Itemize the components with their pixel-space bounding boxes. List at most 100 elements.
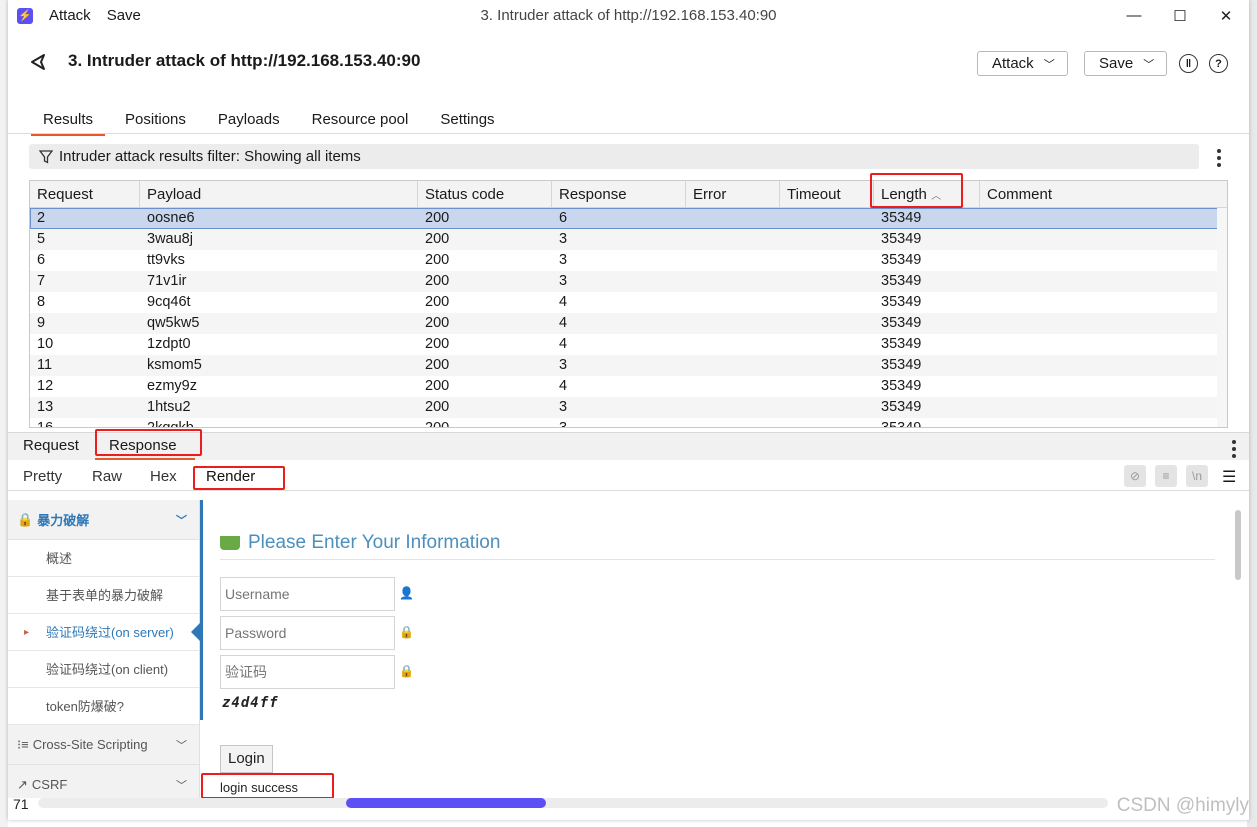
sidebar-item[interactable]: token防爆破?	[8, 688, 199, 725]
table-cell	[980, 313, 987, 334]
tab-resource-pool[interactable]: Resource pool	[300, 108, 421, 136]
captcha-input[interactable]	[220, 655, 395, 689]
attack-dropdown-button[interactable]: Attack ﹀	[977, 51, 1068, 76]
table-cell	[686, 376, 693, 397]
table-cell: 200	[425, 420, 450, 428]
coffee-icon	[220, 536, 240, 550]
sidebar-item[interactable]: 验证码绕过(on client)	[8, 651, 199, 688]
login-button[interactable]: Login	[220, 745, 273, 773]
table-cell: 6	[559, 210, 568, 226]
tab-hex[interactable]: Hex	[150, 468, 177, 485]
results-table: Request Payload Status code Response rec…	[29, 180, 1228, 428]
table-cell: 8	[37, 294, 46, 310]
sidebar-section-csrf[interactable]: ↗ CSRF ﹀	[8, 765, 199, 798]
table-cell: 35349	[881, 210, 922, 226]
save-dropdown-button[interactable]: Save ﹀	[1084, 51, 1168, 76]
table-cell	[686, 271, 693, 292]
tab-pretty[interactable]: Pretty	[23, 468, 62, 485]
table-row[interactable]: 8 9cq46t 200 4 35349	[30, 292, 1227, 313]
table-row[interactable]: 9 qw5kw5 200 4 35349	[30, 313, 1227, 334]
table-row[interactable]: 6 tt9vks 200 3 35349	[30, 250, 1227, 271]
form-divider	[220, 559, 1215, 560]
menu-icon[interactable]: ☰	[1222, 467, 1236, 487]
pause-icon[interactable]: ǁ	[1179, 54, 1198, 73]
filter-text: Intruder attack results filter: Showing …	[59, 148, 361, 165]
menu-save[interactable]: Save	[107, 7, 141, 24]
password-input[interactable]	[220, 616, 395, 650]
results-filter-bar[interactable]: Intruder attack results filter: Showing …	[29, 144, 1199, 169]
table-row[interactable]: 5 3wau8j 200 3 35349	[30, 229, 1227, 250]
tab-render[interactable]: Render	[206, 468, 255, 485]
table-cell: 9cq46t	[147, 294, 191, 310]
table-cell: 1htsu2	[147, 399, 191, 415]
table-row[interactable]: 7 71v1ir 200 3 35349	[30, 271, 1227, 292]
column-header[interactable]: Status code	[418, 181, 552, 208]
newline-icon[interactable]: \n	[1186, 465, 1208, 487]
hide-icon[interactable]: ⊘	[1124, 465, 1146, 487]
login-status-message: login success	[220, 780, 299, 795]
table-cell: 12	[37, 378, 54, 394]
tab-payloads[interactable]: Payloads	[206, 108, 292, 136]
wrap-lines-icon[interactable]: ≡	[1155, 465, 1177, 487]
minimize-icon[interactable]: —	[1111, 0, 1157, 31]
tab-settings[interactable]: Settings	[428, 108, 506, 136]
more-options-icon[interactable]	[1217, 149, 1221, 170]
table-cell: 3	[559, 252, 568, 268]
table-cell: 200	[425, 378, 450, 394]
column-header[interactable]: Timeout	[780, 181, 874, 208]
table-row[interactable]: 13 1htsu2 200 3 35349	[30, 397, 1227, 418]
table-cell: 200	[425, 294, 450, 310]
tab-results[interactable]: Results	[31, 108, 106, 136]
table-cell	[686, 397, 693, 418]
column-header[interactable]: Request	[30, 181, 140, 208]
column-header[interactable]: Error	[686, 181, 780, 208]
chevron-down-icon: ﹀	[176, 779, 187, 792]
list-icon: ⁝≡	[17, 736, 29, 752]
menu-attack[interactable]: Attack	[49, 7, 91, 24]
tab-response[interactable]: Response	[109, 437, 177, 454]
table-cell: 200	[425, 357, 450, 373]
chevron-down-icon: ﹀	[176, 739, 187, 752]
render-vertical-scrollbar[interactable]	[1235, 510, 1241, 580]
render-horizontal-scrollbar[interactable]	[38, 798, 1108, 808]
table-cell: 35349	[881, 315, 922, 331]
pikachu-sidebar: 🔒 暴力破解 ﹀ 概述 基于表单的暴力破解 验证码绕过(on server) 验…	[8, 500, 200, 798]
sidebar-item[interactable]: 基于表单的暴力破解	[8, 577, 199, 614]
column-header[interactable]: Payload	[140, 181, 418, 208]
table-cell	[780, 376, 787, 397]
help-icon[interactable]: ?	[1209, 54, 1228, 73]
more-options-icon[interactable]	[1232, 440, 1236, 461]
table-row[interactable]: 2 oosne6 200 6 35349	[30, 208, 1227, 229]
table-row[interactable]: 11 ksmom5 200 3 35349	[30, 355, 1227, 376]
table-row[interactable]: 10 1zdpt0 200 4 35349	[30, 334, 1227, 355]
table-cell	[686, 229, 693, 250]
tab-positions[interactable]: Positions	[113, 108, 198, 136]
table-row[interactable]: 12 ezmy9z 200 4 35349	[30, 376, 1227, 397]
tab-request[interactable]: Request	[23, 437, 79, 454]
table-cell	[980, 418, 987, 427]
title-bar: ⚡ Attack Save 3. Intruder attack of http…	[8, 0, 1249, 31]
table-cell: 35349	[881, 378, 922, 394]
table-scrollbar[interactable]	[1217, 208, 1227, 427]
table-row[interactable]: 16 2kqqkb 200 3 35349	[30, 418, 1227, 428]
scrollbar-thumb[interactable]	[346, 798, 546, 808]
table-cell: 3	[559, 273, 568, 289]
column-header[interactable]: Comment	[980, 181, 1227, 208]
column-header[interactable]: Response received	[552, 181, 686, 230]
username-input[interactable]	[220, 577, 395, 611]
table-cell	[686, 292, 693, 313]
column-header-length[interactable]: Length ︿	[874, 181, 980, 208]
background-left	[0, 0, 8, 827]
sidebar-item-active[interactable]: 验证码绕过(on server)	[8, 614, 200, 651]
maximize-icon[interactable]: ☐	[1157, 0, 1203, 31]
sidebar-section-xss[interactable]: ⁝≡ Cross-Site Scripting ﹀	[8, 725, 199, 765]
close-icon[interactable]: ✕	[1203, 0, 1249, 31]
tab-raw[interactable]: Raw	[92, 468, 122, 485]
sidebar-item[interactable]: 概述	[8, 540, 199, 577]
table-cell	[980, 208, 987, 229]
chevron-down-icon: ﹀	[176, 514, 187, 527]
table-cell: 10	[37, 336, 54, 352]
back-icon[interactable]	[28, 51, 50, 73]
table-cell	[980, 355, 987, 376]
sidebar-section-bruteforce[interactable]: 🔒 暴力破解 ﹀	[8, 500, 199, 540]
